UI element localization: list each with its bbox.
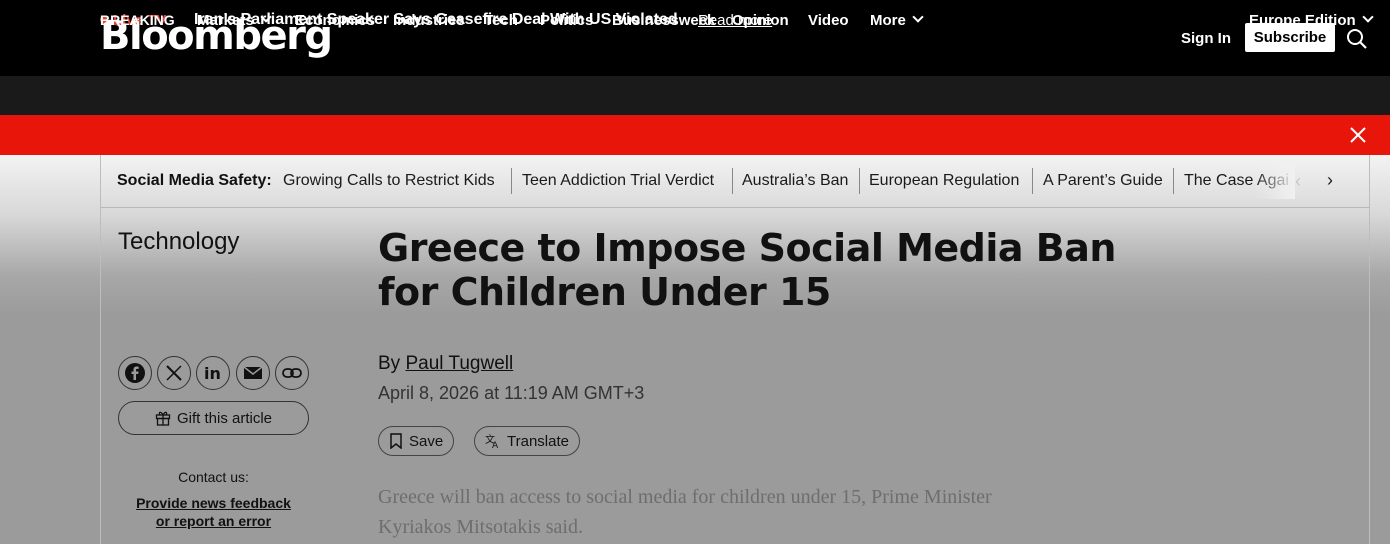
share-email-button[interactable]	[236, 356, 270, 390]
breaking-headline[interactable]: Iran’s Parliament Speaker Says Ceasefire…	[194, 11, 678, 29]
search-icon[interactable]	[1346, 28, 1368, 50]
link-icon	[282, 368, 302, 378]
topic-fade	[1255, 163, 1295, 199]
svg-text:in: in	[204, 364, 221, 383]
topic-link[interactable]: European Regulation	[869, 172, 1019, 190]
divider	[1173, 168, 1174, 194]
divider	[511, 168, 512, 194]
section-label[interactable]: Technology	[118, 228, 239, 256]
contact-label: Contact us:	[178, 469, 249, 485]
edition-selector[interactable]: Europe Edition	[1249, 11, 1374, 29]
close-icon[interactable]	[1348, 125, 1368, 145]
chevron-down-icon	[912, 11, 924, 23]
x-icon	[166, 365, 182, 381]
sign-in-link[interactable]: Sign In	[1181, 30, 1231, 47]
copy-link-button[interactable]	[275, 356, 309, 390]
topic-link[interactable]: A Parent’s Guide	[1043, 172, 1163, 190]
translate-icon: 文 A	[485, 433, 499, 449]
save-button[interactable]: Save	[378, 426, 455, 456]
chevron-down-icon	[1362, 11, 1374, 23]
topic-strip-label: Social Media Safety:	[117, 172, 272, 189]
read-more-link[interactable]: Read more	[698, 12, 772, 29]
topic-link[interactable]: Australia’s Ban	[742, 172, 848, 190]
share-x-button[interactable]	[157, 356, 191, 390]
feedback-line-1[interactable]: Provide news feedback	[118, 494, 309, 512]
article-headline: Greece to Impose Social Media Ban for Ch…	[378, 226, 1116, 314]
share-linkedin-button[interactable]: in	[196, 356, 230, 390]
main-nav	[0, 76, 1390, 115]
gift-icon	[155, 411, 171, 426]
breaking-news-bar	[0, 115, 1390, 155]
author-link[interactable]: Paul Tugwell	[405, 353, 513, 374]
divider	[859, 168, 860, 194]
share-facebook-button[interactable]	[118, 356, 152, 390]
bookmark-icon	[390, 433, 402, 449]
publish-date: April 8, 2026 at 11:19 AM GMT+3	[378, 383, 645, 403]
divider	[1032, 168, 1033, 194]
breaking-label: BREAKING	[100, 12, 175, 28]
chevron-left-icon[interactable]: ‹	[1295, 171, 1301, 192]
topic-link[interactable]: Teen Addiction Trial Verdict	[522, 172, 714, 190]
topic-link[interactable]: Growing Calls to Restrict Kids	[283, 172, 495, 190]
feedback-link[interactable]: Provide news feedback or report an error	[118, 494, 309, 530]
byline-prefix: By	[378, 353, 401, 374]
translate-button[interactable]: 文 A Translate	[474, 426, 580, 456]
divider	[732, 168, 733, 194]
linkedin-icon: in	[204, 364, 221, 383]
email-icon	[243, 366, 263, 379]
svg-text:A: A	[492, 441, 499, 449]
chevron-right-icon[interactable]: ›	[1327, 170, 1333, 191]
nav-more[interactable]: More	[870, 11, 924, 29]
nav-video[interactable]: Video	[808, 12, 849, 29]
gift-article-button[interactable]: Gift this article	[118, 401, 309, 435]
facebook-icon	[125, 363, 145, 383]
byline: By Paul Tugwell	[378, 353, 513, 375]
feedback-line-2[interactable]: or report an error	[118, 512, 309, 530]
article-body: Greece will ban access to social media f…	[378, 486, 992, 538]
